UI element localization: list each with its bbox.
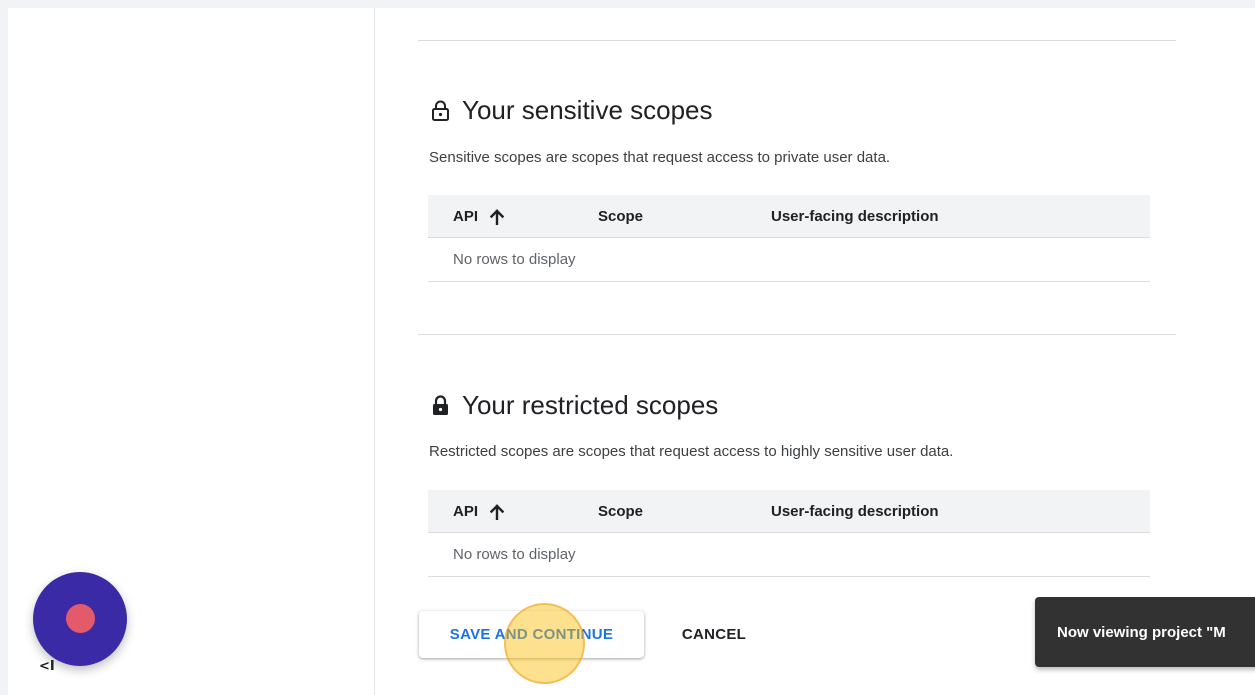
empty-table-message: No rows to display: [428, 238, 1150, 282]
restricted-scopes-title: Your restricted scopes: [431, 390, 718, 421]
lock-filled-icon: [433, 395, 448, 415]
top-divider: [418, 40, 1176, 41]
arrow-up-icon[interactable]: [490, 208, 505, 225]
save-and-continue-button[interactable]: SAVE AND CONTINUE: [419, 611, 644, 658]
sensitive-scopes-description: Sensitive scopes are scopes that request…: [429, 149, 891, 166]
column-header-api[interactable]: API: [453, 195, 505, 238]
column-header-description[interactable]: User-facing description: [771, 490, 939, 533]
column-header-api[interactable]: API: [453, 490, 505, 533]
column-header-scope[interactable]: Scope: [598, 490, 643, 533]
restricted-scopes-table: API Scope User-facing description No row…: [428, 490, 1150, 577]
column-header-description[interactable]: User-facing description: [771, 195, 939, 238]
browser-viewport: Your sensitive scopes Sensitive scopes a…: [8, 8, 1255, 695]
arrow-up-icon[interactable]: [490, 503, 505, 520]
oauth-scopes-page: Your sensitive scopes Sensitive scopes a…: [376, 8, 1255, 695]
sensitive-scopes-title: Your sensitive scopes: [431, 95, 713, 126]
record-icon: [66, 604, 95, 633]
empty-table-message: No rows to display: [428, 533, 1150, 577]
section-divider: [418, 334, 1176, 335]
lock-open-outline-icon: [432, 100, 449, 121]
column-header-scope[interactable]: Scope: [598, 195, 643, 238]
restricted-scopes-description: Restricted scopes are scopes that reques…: [429, 443, 954, 460]
collapse-panel-icon[interactable]: <I: [39, 659, 55, 674]
screen-recorder-button[interactable]: [33, 572, 127, 666]
sensitive-scopes-table: API Scope User-facing description No row…: [428, 195, 1150, 282]
column-header-label: API: [453, 208, 479, 225]
snackbar-notification: Now viewing project "M: [1035, 597, 1255, 667]
restricted-scopes-title-text: Your restricted scopes: [462, 390, 719, 420]
snackbar-message: Now viewing project "M: [1057, 623, 1226, 641]
column-header-label: API: [453, 503, 479, 520]
cancel-button[interactable]: CANCEL: [664, 611, 764, 658]
sensitive-scopes-title-text: Your sensitive scopes: [462, 95, 713, 125]
table-header: API Scope User-facing description: [428, 490, 1150, 533]
table-header: API Scope User-facing description: [428, 195, 1150, 238]
